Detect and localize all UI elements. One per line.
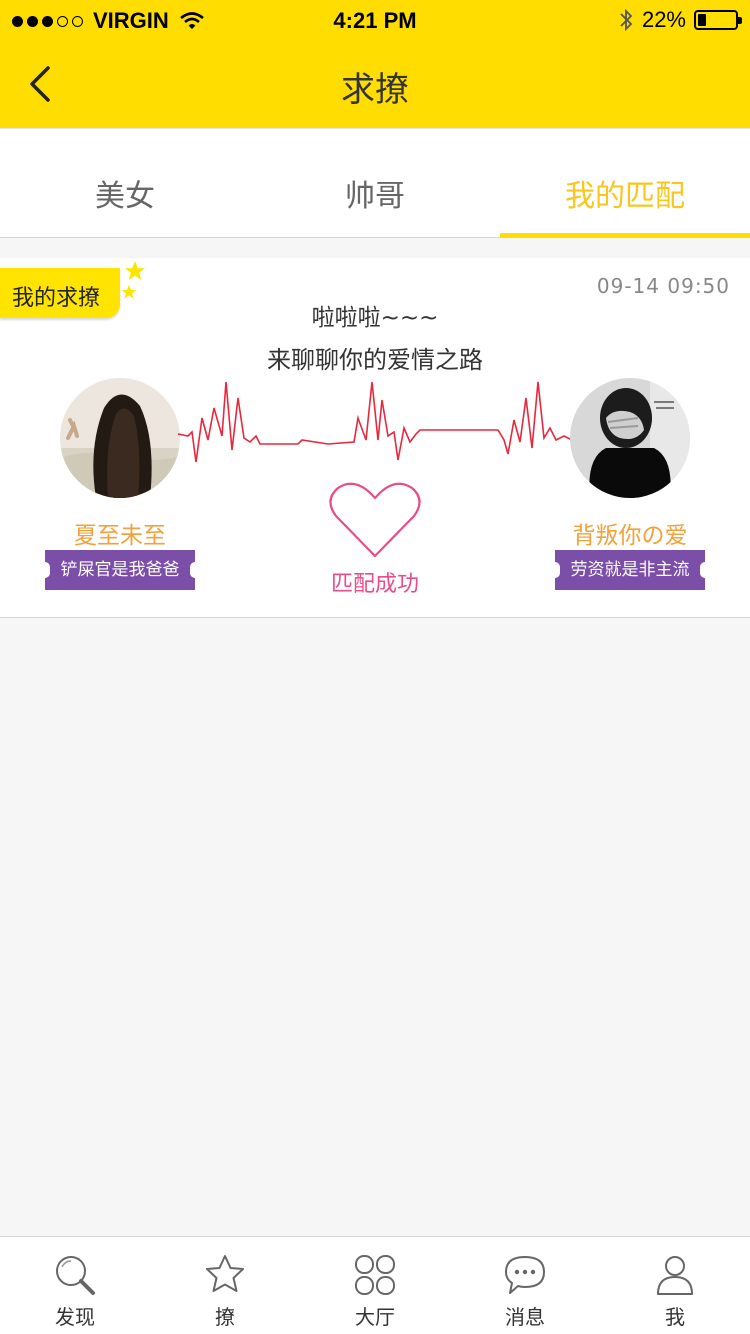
- star-icon: [206, 1255, 244, 1292]
- bluetooth-icon: [620, 8, 633, 32]
- right-user-tag: 劳资就是非主流: [550, 550, 710, 590]
- heartbeat-line: [178, 381, 572, 463]
- grid-icon: [355, 1255, 395, 1295]
- battery-percent: 22%: [641, 7, 686, 32]
- match-timestamp: 09-14 09:50: [596, 274, 730, 298]
- tabbar-label: 大厅: [355, 1305, 395, 1329]
- person-icon: [657, 1256, 693, 1295]
- tabbar-label: 发现: [55, 1305, 95, 1329]
- chat-bubble-icon: [505, 1256, 545, 1294]
- heart-icon: [329, 482, 421, 558]
- star-icon: [124, 260, 146, 281]
- left-user-avatar[interactable]: [60, 378, 180, 498]
- right-user-name[interactable]: 背叛你の爱: [530, 516, 730, 550]
- tabbar-label: 撩: [215, 1305, 235, 1329]
- greeting-message: 啦啦啦~~~: [311, 305, 439, 331]
- left-user-tag: 铲屎官是我爸爸: [40, 550, 200, 590]
- tabbar-item-me[interactable]: 我: [600, 1237, 750, 1334]
- navigation-bar: 求撩: [0, 40, 750, 128]
- match-card[interactable]: 我的求撩 09-14 09:50 啦啦啦~~~ 来聊聊你的爱情之路 夏至未至 背…: [0, 258, 750, 618]
- tab-my-matches[interactable]: 我的匹配: [500, 129, 750, 238]
- search-icon: [56, 1256, 95, 1295]
- tabbar-item-flirt[interactable]: 撩: [150, 1237, 300, 1334]
- battery-fill: [698, 14, 706, 26]
- invite-message: 来聊聊你的爱情之路: [267, 346, 483, 374]
- right-user-avatar[interactable]: [570, 378, 690, 498]
- tabbar-item-hall[interactable]: 大厅: [300, 1237, 450, 1334]
- bottom-tab-bar: 发现 撩 大厅 消息 我: [0, 1236, 750, 1334]
- tabbar-label: 我: [665, 1305, 685, 1329]
- page-title: 求撩: [341, 70, 409, 110]
- tabbar-item-discover[interactable]: 发现: [0, 1237, 150, 1334]
- tab-handsome[interactable]: 帅哥: [250, 129, 500, 237]
- left-user-name[interactable]: 夏至未至: [20, 516, 220, 550]
- tabbar-item-messages[interactable]: 消息: [450, 1237, 600, 1334]
- tabbar-label: 消息: [505, 1305, 545, 1329]
- segment-tabs: 美女 帅哥 我的匹配: [0, 128, 750, 238]
- tab-beauty[interactable]: 美女: [0, 129, 250, 237]
- battery-icon: [694, 10, 742, 30]
- battery-cap: [738, 17, 742, 24]
- status-right: 22%: [618, 7, 742, 33]
- status-bar: VIRGIN 4:21 PM 22%: [0, 0, 750, 40]
